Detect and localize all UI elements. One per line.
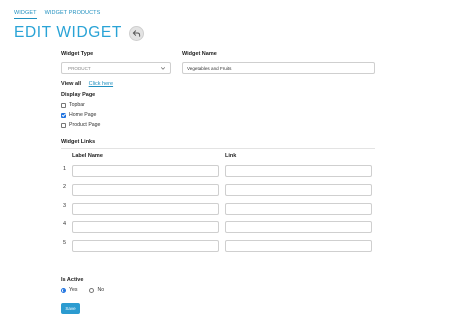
label-name-input-3[interactable] (72, 203, 219, 215)
tab-bar: WIDGET WIDGET PRODUCTS (14, 10, 100, 19)
back-arrow-icon (132, 29, 141, 37)
row-number: 5 (63, 240, 67, 246)
display-page-option-home[interactable]: Home Page (61, 112, 96, 118)
view-all-label: View all (61, 81, 82, 87)
display-page-option-product[interactable]: Product Page (61, 122, 100, 128)
active-yes-label: Yes (69, 287, 78, 293)
save-button[interactable]: Save (61, 303, 80, 314)
widget-name-label: Widget Name (182, 51, 217, 57)
active-no-radio[interactable] (89, 287, 95, 293)
page-title: EDIT WIDGET (14, 24, 122, 41)
link-input-2[interactable] (225, 184, 372, 196)
active-no-label: No (97, 287, 105, 293)
section-divider (61, 148, 375, 149)
tab-widget[interactable]: WIDGET (14, 10, 37, 19)
column-link: Link (225, 153, 237, 159)
column-label-name: Label Name (72, 153, 103, 159)
product-page-checkbox[interactable] (61, 122, 66, 128)
widget-name-input[interactable]: Vegetables and Fruits (182, 62, 375, 74)
title-row: EDIT WIDGET (14, 24, 144, 42)
chevron-down-icon (160, 67, 166, 70)
widget-links-label: Widget Links (61, 139, 96, 145)
label-name-input-5[interactable] (72, 240, 219, 252)
topbar-checkbox[interactable] (61, 102, 66, 108)
view-all-link[interactable]: Click here (89, 81, 113, 87)
link-input-5[interactable] (225, 240, 372, 252)
is-active-radio-group: Yes No (61, 287, 104, 293)
view-all-row: View all Click here (61, 81, 113, 87)
label-name-input-2[interactable] (72, 184, 219, 196)
display-page-label: Display Page (61, 92, 96, 98)
link-input-3[interactable] (225, 203, 372, 215)
widget-name-value: Vegetables and Fruits (187, 66, 232, 71)
product-page-label: Product Page (69, 122, 101, 128)
home-page-label: Home Page (69, 112, 97, 118)
label-name-input-1[interactable] (72, 165, 219, 177)
display-page-option-topbar[interactable]: Topbar (61, 102, 85, 108)
home-page-checkbox[interactable] (61, 112, 66, 118)
is-active-label: Is Active (61, 277, 84, 283)
back-button[interactable] (128, 25, 144, 41)
tab-widget-products[interactable]: WIDGET PRODUCTS (45, 10, 101, 19)
widget-type-select[interactable]: PRODUCT (61, 62, 171, 74)
row-number: 4 (63, 221, 67, 227)
widget-type-value: PRODUCT (68, 66, 91, 71)
link-input-4[interactable] (225, 221, 372, 233)
active-yes-radio[interactable] (61, 287, 66, 293)
row-number: 1 (63, 166, 67, 172)
label-name-input-4[interactable] (72, 221, 219, 233)
row-number: 3 (63, 203, 67, 209)
link-input-1[interactable] (225, 165, 372, 177)
topbar-label: Topbar (69, 102, 85, 108)
row-number: 2 (63, 184, 67, 190)
widget-type-label: Widget Type (61, 51, 94, 57)
